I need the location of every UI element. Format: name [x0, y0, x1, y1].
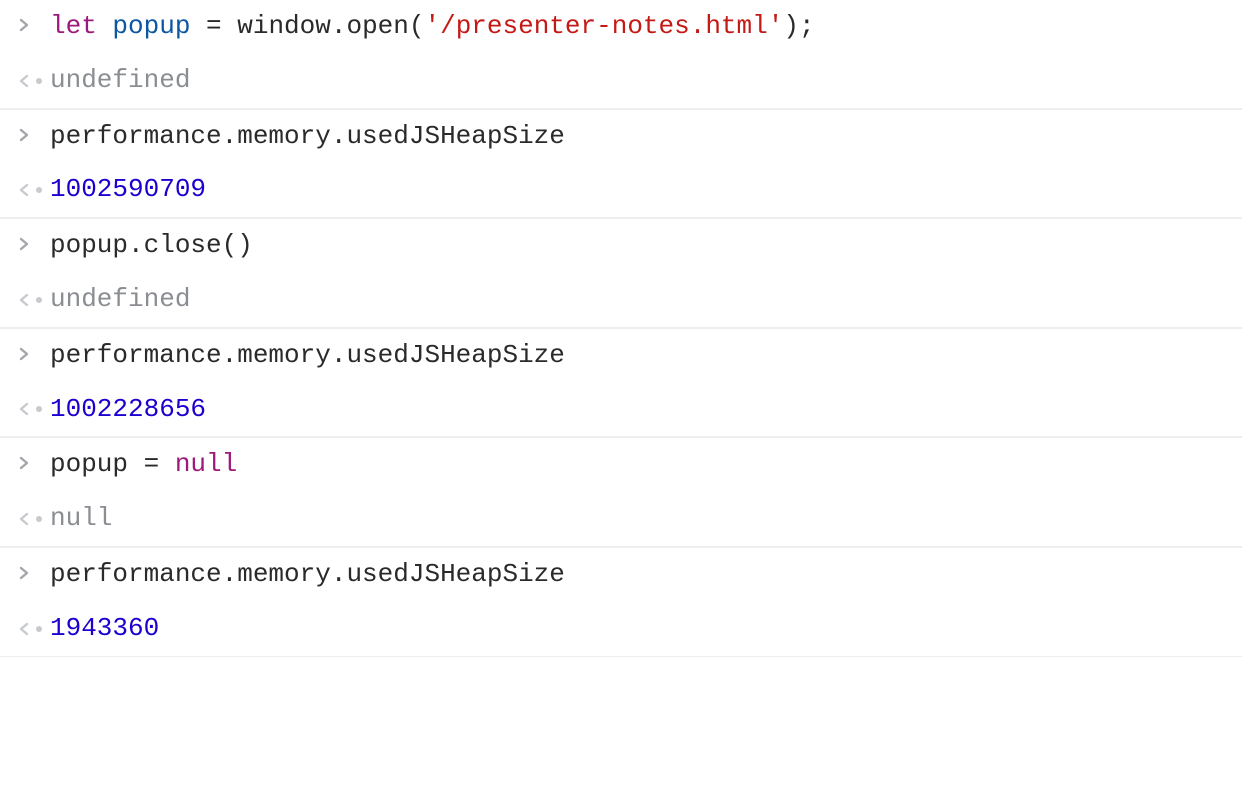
code-token: 1943360 — [50, 613, 159, 643]
console-input-code[interactable]: performance.memory.usedJSHeapSize — [50, 339, 565, 373]
console-result-row: 1943360 — [0, 602, 1242, 657]
code-token: popup = — [50, 449, 175, 479]
prompt-chevron-icon — [10, 339, 50, 373]
console-result-value: 1002228656 — [50, 393, 206, 427]
prompt-chevron-icon — [10, 558, 50, 592]
console-result-value: 1943360 — [50, 612, 159, 646]
result-chevron-icon — [10, 401, 50, 417]
console-input-row[interactable]: popup.close() — [0, 218, 1242, 273]
code-token: popup.close() — [50, 230, 253, 260]
console-input-row[interactable]: performance.memory.usedJSHeapSize — [0, 109, 1242, 164]
code-token: performance.memory.usedJSHeapSize — [50, 559, 565, 589]
console-input-code[interactable]: performance.memory.usedJSHeapSize — [50, 558, 565, 592]
console-input-code[interactable]: let popup = window.open('/presenter-note… — [50, 10, 815, 44]
code-token: 1002590709 — [50, 174, 206, 204]
code-token: = window.open( — [206, 11, 424, 41]
console-result-row: null — [0, 492, 1242, 547]
code-token: null — [175, 449, 237, 479]
code-token: ); — [783, 11, 814, 41]
prompt-chevron-icon — [10, 229, 50, 263]
devtools-console[interactable]: let popup = window.open('/presenter-note… — [0, 0, 1242, 657]
prompt-chevron-icon — [10, 120, 50, 154]
console-result-row: undefined — [0, 273, 1242, 328]
console-result-value: null — [50, 502, 112, 536]
prompt-chevron-icon — [10, 448, 50, 482]
console-input-row[interactable]: popup = null — [0, 437, 1242, 492]
console-input-row[interactable]: performance.memory.usedJSHeapSize — [0, 328, 1242, 383]
console-result-row: 1002228656 — [0, 383, 1242, 438]
result-chevron-icon — [10, 292, 50, 308]
prompt-chevron-icon — [10, 10, 50, 44]
console-input-row[interactable]: performance.memory.usedJSHeapSize — [0, 547, 1242, 602]
code-token: undefined — [50, 284, 190, 314]
code-token: 1002228656 — [50, 394, 206, 424]
code-token: null — [50, 503, 112, 533]
code-token: performance.memory.usedJSHeapSize — [50, 340, 565, 370]
code-token: popup — [112, 11, 206, 41]
code-token: performance.memory.usedJSHeapSize — [50, 121, 565, 151]
console-result-row: 1002590709 — [0, 163, 1242, 218]
console-input-code[interactable]: performance.memory.usedJSHeapSize — [50, 120, 565, 154]
result-chevron-icon — [10, 73, 50, 89]
console-input-code[interactable]: popup = null — [50, 448, 237, 482]
code-token: undefined — [50, 65, 190, 95]
result-chevron-icon — [10, 621, 50, 637]
code-token: let — [50, 11, 112, 41]
console-result-value: 1002590709 — [50, 173, 206, 207]
result-chevron-icon — [10, 511, 50, 527]
console-result-row: undefined — [0, 54, 1242, 109]
result-chevron-icon — [10, 182, 50, 198]
console-input-row[interactable]: let popup = window.open('/presenter-note… — [0, 0, 1242, 54]
code-token: '/presenter-notes.html' — [424, 11, 783, 41]
console-input-code[interactable]: popup.close() — [50, 229, 253, 263]
console-result-value: undefined — [50, 64, 190, 98]
console-result-value: undefined — [50, 283, 190, 317]
